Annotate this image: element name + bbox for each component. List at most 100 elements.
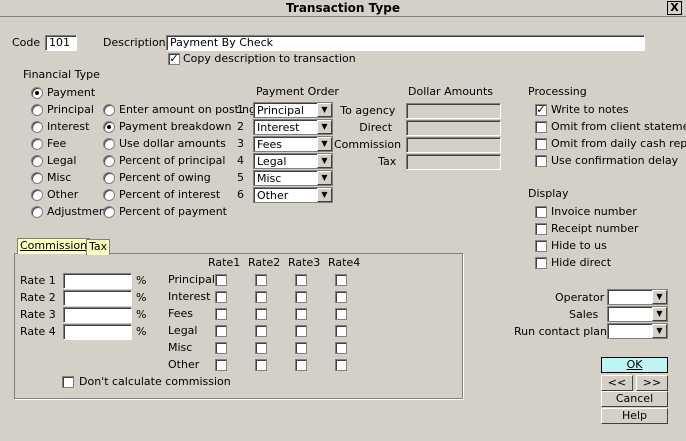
- rate-checkbox[interactable]: [255, 308, 267, 320]
- operator-combo[interactable]: ▼: [607, 289, 668, 305]
- chevron-down-icon[interactable]: ▼: [317, 120, 332, 134]
- payment-order-combo[interactable]: Legal ▼: [253, 153, 333, 169]
- radio-fee[interactable]: [31, 138, 43, 150]
- rate-checkbox[interactable]: [335, 359, 347, 371]
- description-field[interactable]: Payment By Check: [166, 35, 645, 51]
- rate-checkbox[interactable]: [335, 342, 347, 354]
- processing-checkbox-omit-from-client-statement[interactable]: [535, 121, 547, 133]
- tab-tax[interactable]: Tax: [86, 239, 111, 255]
- payment-order-combo[interactable]: Other ▼: [253, 187, 333, 203]
- rate-checkbox[interactable]: [295, 291, 307, 303]
- dollar-amount-label: To agency: [340, 104, 396, 117]
- code-field[interactable]: 101: [45, 35, 77, 51]
- rate-column-header: Rate4: [328, 256, 361, 269]
- radio-interest[interactable]: [31, 121, 43, 133]
- next-button[interactable]: >>: [636, 375, 668, 391]
- dont-calc-commission-label: Don't calculate commission: [79, 375, 231, 388]
- chevron-down-icon[interactable]: ▼: [652, 290, 667, 304]
- processing-checkbox-write-to-notes[interactable]: ✓: [535, 104, 547, 116]
- ok-button[interactable]: OK: [601, 357, 668, 373]
- rate-checkbox[interactable]: [295, 325, 307, 337]
- rate-field[interactable]: [63, 324, 132, 340]
- rate-checkbox[interactable]: [215, 274, 227, 286]
- rate-checkbox[interactable]: [295, 342, 307, 354]
- radio-other[interactable]: [31, 189, 43, 201]
- rate-label: Rate 4: [20, 325, 56, 338]
- dont-calc-commission-checkbox[interactable]: [62, 376, 74, 388]
- rate-checkbox[interactable]: [255, 325, 267, 337]
- rate-checkbox[interactable]: [255, 359, 267, 371]
- contact-plan-combo[interactable]: ▼: [607, 323, 668, 339]
- radio-legal[interactable]: [31, 155, 43, 167]
- rate-checkbox[interactable]: [215, 291, 227, 303]
- chevron-down-icon[interactable]: ▼: [317, 154, 332, 168]
- payment-order-combo[interactable]: Interest ▼: [253, 119, 333, 135]
- tab-commission[interactable]: Commission: [17, 238, 91, 254]
- rate-checkbox[interactable]: [335, 308, 347, 320]
- rate-checkbox[interactable]: [255, 291, 267, 303]
- radio-percent-of-principal[interactable]: [103, 155, 115, 167]
- radio-percent-of-owing[interactable]: [103, 172, 115, 184]
- rate-checkbox[interactable]: [255, 274, 267, 286]
- chevron-down-icon[interactable]: ▼: [317, 137, 332, 151]
- close-button[interactable]: X: [667, 1, 682, 15]
- payment-order-label: Payment Order: [256, 85, 339, 98]
- rate-checkbox[interactable]: [255, 342, 267, 354]
- processing-checkbox-use-confirmation-delay[interactable]: [535, 155, 547, 167]
- rate-checkbox[interactable]: [295, 308, 307, 320]
- chevron-down-icon[interactable]: ▼: [317, 103, 332, 117]
- radio-label-payment: Payment: [47, 86, 96, 99]
- radio-label-use-dollar-amounts: Use dollar amounts: [119, 137, 226, 150]
- radio-label-legal: Legal: [47, 154, 77, 167]
- radio-payment-breakdown[interactable]: [103, 121, 115, 133]
- processing-label: Processing: [528, 85, 587, 98]
- display-checkbox-hide-direct[interactable]: [535, 257, 547, 269]
- rate-checkbox[interactable]: [295, 359, 307, 371]
- cancel-button[interactable]: Cancel: [601, 391, 668, 407]
- radio-percent-of-payment[interactable]: [103, 206, 115, 218]
- display-checkbox-receipt-number[interactable]: [535, 223, 547, 235]
- sales-label: Sales: [569, 308, 599, 321]
- display-label-hide-to-us: Hide to us: [551, 239, 607, 252]
- rate-field[interactable]: [63, 273, 132, 289]
- display-checkbox-hide-to-us[interactable]: [535, 240, 547, 252]
- payment-order-combo[interactable]: Misc ▼: [253, 170, 333, 186]
- display-label-hide-direct: Hide direct: [551, 256, 612, 269]
- chevron-down-icon[interactable]: ▼: [652, 324, 667, 338]
- rate-checkbox[interactable]: [335, 291, 347, 303]
- payment-order-value: Interest: [257, 121, 300, 134]
- radio-enter-amount-on-posting[interactable]: [103, 104, 115, 116]
- processing-checkbox-omit-from-daily-cash-report[interactable]: [535, 138, 547, 150]
- chevron-down-icon[interactable]: ▼: [317, 188, 332, 202]
- payment-order-combo[interactable]: Principal ▼: [253, 102, 333, 118]
- previous-button[interactable]: <<: [601, 375, 633, 391]
- rate-checkbox[interactable]: [215, 359, 227, 371]
- help-button[interactable]: Help: [601, 408, 668, 424]
- copy-description-checkbox[interactable]: ✓: [168, 53, 180, 65]
- display-label: Display: [528, 187, 569, 200]
- display-checkbox-invoice-number[interactable]: [535, 206, 547, 218]
- radio-payment[interactable]: [31, 87, 43, 99]
- chevron-down-icon[interactable]: ▼: [317, 171, 332, 185]
- copy-description-label: Copy description to transaction: [183, 52, 356, 65]
- radio-label-enter-amount-on-posting: Enter amount on posting: [119, 103, 256, 116]
- radio-adjustment[interactable]: [31, 206, 43, 218]
- sales-combo[interactable]: ▼: [607, 306, 668, 322]
- rate-field[interactable]: [63, 290, 132, 306]
- chevron-down-icon[interactable]: ▼: [652, 307, 667, 321]
- radio-misc[interactable]: [31, 172, 43, 184]
- rate-checkbox[interactable]: [215, 342, 227, 354]
- payment-order-combo[interactable]: Fees ▼: [253, 136, 333, 152]
- radio-principal[interactable]: [31, 104, 43, 116]
- radio-use-dollar-amounts[interactable]: [103, 138, 115, 150]
- commission-category-label: Misc: [168, 341, 193, 354]
- percent-sign: %: [136, 291, 147, 304]
- rate-checkbox[interactable]: [295, 274, 307, 286]
- radio-percent-of-interest[interactable]: [103, 189, 115, 201]
- rate-checkbox[interactable]: [335, 274, 347, 286]
- rate-checkbox[interactable]: [215, 325, 227, 337]
- rate-checkbox[interactable]: [335, 325, 347, 337]
- payment-order-number: 1: [237, 103, 244, 116]
- rate-field[interactable]: [63, 307, 132, 323]
- rate-checkbox[interactable]: [215, 308, 227, 320]
